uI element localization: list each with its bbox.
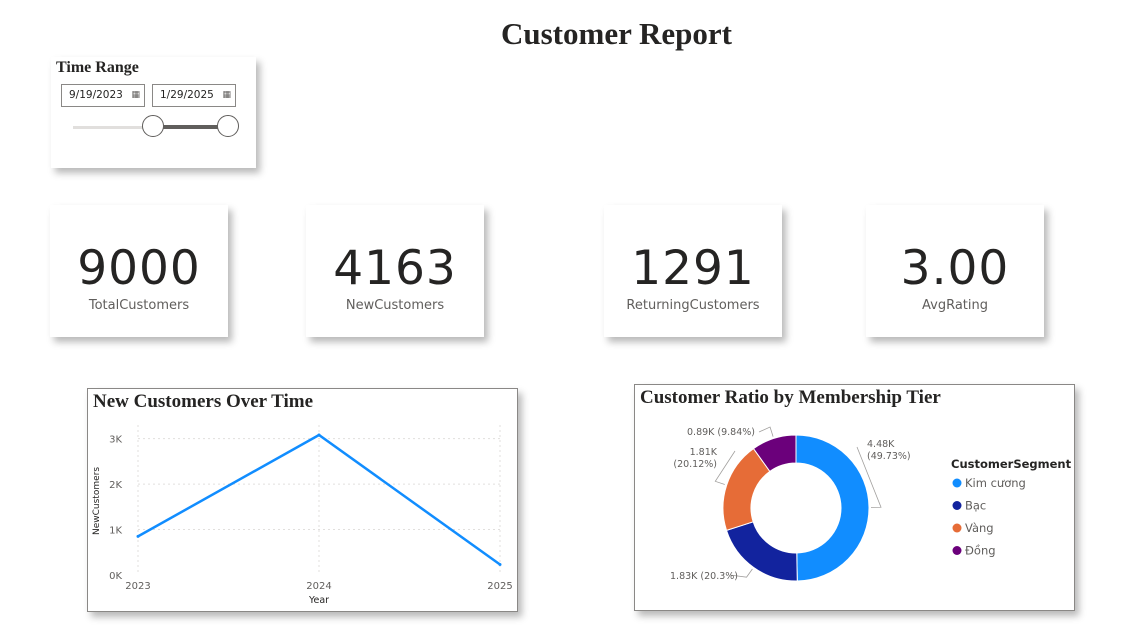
legend-marker[interactable] bbox=[952, 478, 962, 488]
data-label: 1.83K (20.3%) bbox=[670, 571, 738, 582]
legend-marker[interactable] bbox=[952, 546, 962, 555]
data-label-pct: (20.12%) bbox=[673, 459, 717, 470]
kpi-card-avg-rating: 3.00 AvgRating bbox=[866, 205, 1044, 337]
kpi-card-total-customers: 9000 TotalCustomers bbox=[50, 205, 228, 337]
line-chart-svg: 0K 1K 2K 3K 2023 2024 2025 NewCustomers Year bbox=[92, 425, 513, 606]
y-tick-label: 2K bbox=[109, 480, 122, 491]
kpi-label: ReturningCustomers bbox=[626, 298, 760, 313]
x-tick-label: 2023 bbox=[125, 581, 150, 592]
data-point[interactable] bbox=[498, 563, 502, 567]
legend-item[interactable]: Bạc bbox=[965, 499, 986, 513]
start-date-input[interactable]: 9/19/2023 ▦ bbox=[61, 84, 145, 107]
kpi-value: 3.00 bbox=[900, 241, 1010, 296]
kpi-card-new-customers: 4163 NewCustomers bbox=[306, 205, 484, 337]
calendar-icon[interactable]: ▦ bbox=[131, 85, 140, 106]
y-tick-label: 0K bbox=[109, 571, 122, 582]
x-tick-label: 2024 bbox=[306, 581, 331, 592]
end-handle[interactable] bbox=[217, 115, 239, 137]
data-label-pct: (49.73%) bbox=[867, 451, 911, 462]
legend-marker[interactable] bbox=[952, 523, 962, 533]
y-tick-label: 1K bbox=[109, 526, 122, 537]
donut-slice[interactable] bbox=[795, 434, 870, 582]
callout-line bbox=[758, 426, 774, 437]
data-label: 4.48K bbox=[867, 439, 895, 450]
data-label: 0.89K (9.84%) bbox=[687, 427, 755, 438]
y-axis-label: NewCustomers bbox=[92, 467, 102, 535]
start-handle[interactable] bbox=[142, 115, 164, 137]
slicer-title: Time Range bbox=[56, 59, 139, 76]
kpi-label: AvgRating bbox=[922, 298, 988, 313]
data-point[interactable] bbox=[317, 433, 321, 437]
start-date-value: 9/19/2023 bbox=[69, 89, 123, 101]
data-point[interactable] bbox=[136, 534, 140, 538]
legend-item[interactable]: Đồng bbox=[965, 544, 996, 558]
end-date-value: 1/29/2025 bbox=[160, 89, 214, 101]
kpi-label: NewCustomers bbox=[345, 298, 445, 313]
x-axis-label: Year bbox=[308, 595, 329, 606]
new-customers-line-chart[interactable]: New Customers Over Time 0K 1K 2K 3K 2023 2024… bbox=[87, 388, 518, 612]
legend-item[interactable]: Vàng bbox=[965, 521, 994, 535]
kpi-value: 1291 bbox=[631, 241, 755, 296]
legend-title: CustomerSegment bbox=[951, 457, 1072, 471]
kpi-value: 9000 bbox=[77, 241, 201, 296]
y-tick-label: 3K bbox=[109, 435, 122, 446]
donut-chart-svg: 4.48K(49.73%) 1.83K (20.3%) 1.81K(20.12%) 0… bbox=[670, 426, 1072, 582]
page-title: Customer Report bbox=[500, 16, 733, 51]
kpi-card-returning-customers: 1291 ReturningCustomers bbox=[604, 205, 782, 337]
calendar-icon[interactable]: ▦ bbox=[222, 85, 231, 106]
membership-tier-donut-chart[interactable]: Customer Ratio by Membership Tier 4.48K(… bbox=[634, 384, 1075, 611]
legend-item[interactable]: Kim cương bbox=[965, 476, 1026, 490]
kpi-value: 4163 bbox=[333, 241, 457, 296]
data-label: 1.81K bbox=[690, 447, 718, 458]
legend-marker[interactable] bbox=[952, 501, 962, 510]
x-tick-label: 2025 bbox=[487, 581, 512, 592]
kpi-label: TotalCustomers bbox=[88, 298, 190, 313]
time-range-slicer: Time Range 9/19/2023 ▦ 1/29/2025 ▦ bbox=[51, 57, 256, 168]
end-date-input[interactable]: 1/29/2025 ▦ bbox=[152, 84, 236, 107]
